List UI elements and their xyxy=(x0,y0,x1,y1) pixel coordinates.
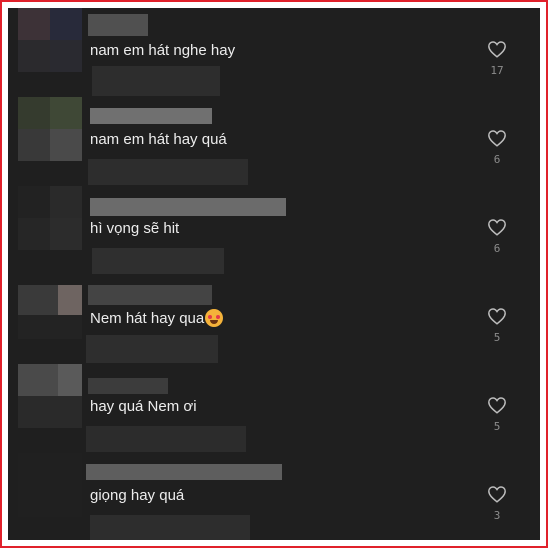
screenshot-frame: nam em hát nghe hay 17 nam em hát hay qu… xyxy=(0,0,548,548)
comment-text: hay quá Nem ơi xyxy=(90,398,197,415)
comment-text: Nem hát hay qua xyxy=(90,309,224,328)
heart-icon xyxy=(488,308,506,325)
heart-icon xyxy=(488,130,506,147)
avatar[interactable] xyxy=(18,8,82,72)
heart-icon xyxy=(488,219,506,236)
username-redacted xyxy=(86,464,282,480)
smiling-face-with-hearts-icon xyxy=(205,309,224,327)
like-count: 5 xyxy=(493,420,501,433)
like-button[interactable]: 6 xyxy=(486,218,508,255)
like-button[interactable]: 5 xyxy=(486,396,508,433)
like-count: 6 xyxy=(493,153,501,166)
avatar[interactable] xyxy=(18,97,82,161)
meta-redacted xyxy=(92,66,220,96)
like-button[interactable]: 6 xyxy=(486,129,508,166)
meta-redacted xyxy=(90,515,250,540)
username-redacted xyxy=(88,378,168,394)
like-count: 5 xyxy=(493,331,501,344)
comment-item: giọng hay quá 3 xyxy=(8,453,540,540)
comment-item: nam em hát nghe hay 17 xyxy=(8,8,540,97)
comment-text: giọng hay quá xyxy=(90,487,185,504)
comment-item: hì vọng sẽ hit 6 xyxy=(8,186,540,275)
comment-item: Nem hát hay qua 5 xyxy=(8,275,540,364)
meta-redacted xyxy=(86,335,218,363)
comment-text: nam em hát hay quá xyxy=(90,131,227,148)
like-count: 6 xyxy=(493,242,501,255)
avatar[interactable] xyxy=(18,453,82,517)
meta-redacted xyxy=(86,426,246,452)
like-count: 3 xyxy=(493,509,501,522)
meta-redacted xyxy=(88,159,248,185)
username-redacted xyxy=(90,108,212,124)
avatar[interactable] xyxy=(18,364,82,428)
heart-icon xyxy=(488,397,506,414)
comment-text: nam em hát nghe hay xyxy=(90,42,236,59)
like-button[interactable]: 3 xyxy=(486,485,508,522)
avatar[interactable] xyxy=(18,275,82,339)
meta-redacted xyxy=(92,248,224,274)
comment-item: hay quá Nem ơi 5 xyxy=(8,364,540,453)
comment-item: nam em hát hay quá 6 xyxy=(8,97,540,186)
comment-text-content: Nem hát hay qua xyxy=(90,310,205,327)
like-button[interactable]: 5 xyxy=(486,307,508,344)
avatar[interactable] xyxy=(18,186,82,250)
username-redacted xyxy=(88,285,212,305)
username-redacted xyxy=(88,14,148,36)
username-redacted xyxy=(90,198,286,216)
heart-icon xyxy=(488,486,506,503)
like-button[interactable]: 17 xyxy=(486,40,508,77)
heart-icon xyxy=(488,41,506,58)
comment-list[interactable]: nam em hát nghe hay 17 nam em hát hay qu… xyxy=(8,8,540,540)
like-count: 17 xyxy=(490,64,504,77)
comment-text: hì vọng sẽ hit xyxy=(90,220,180,237)
